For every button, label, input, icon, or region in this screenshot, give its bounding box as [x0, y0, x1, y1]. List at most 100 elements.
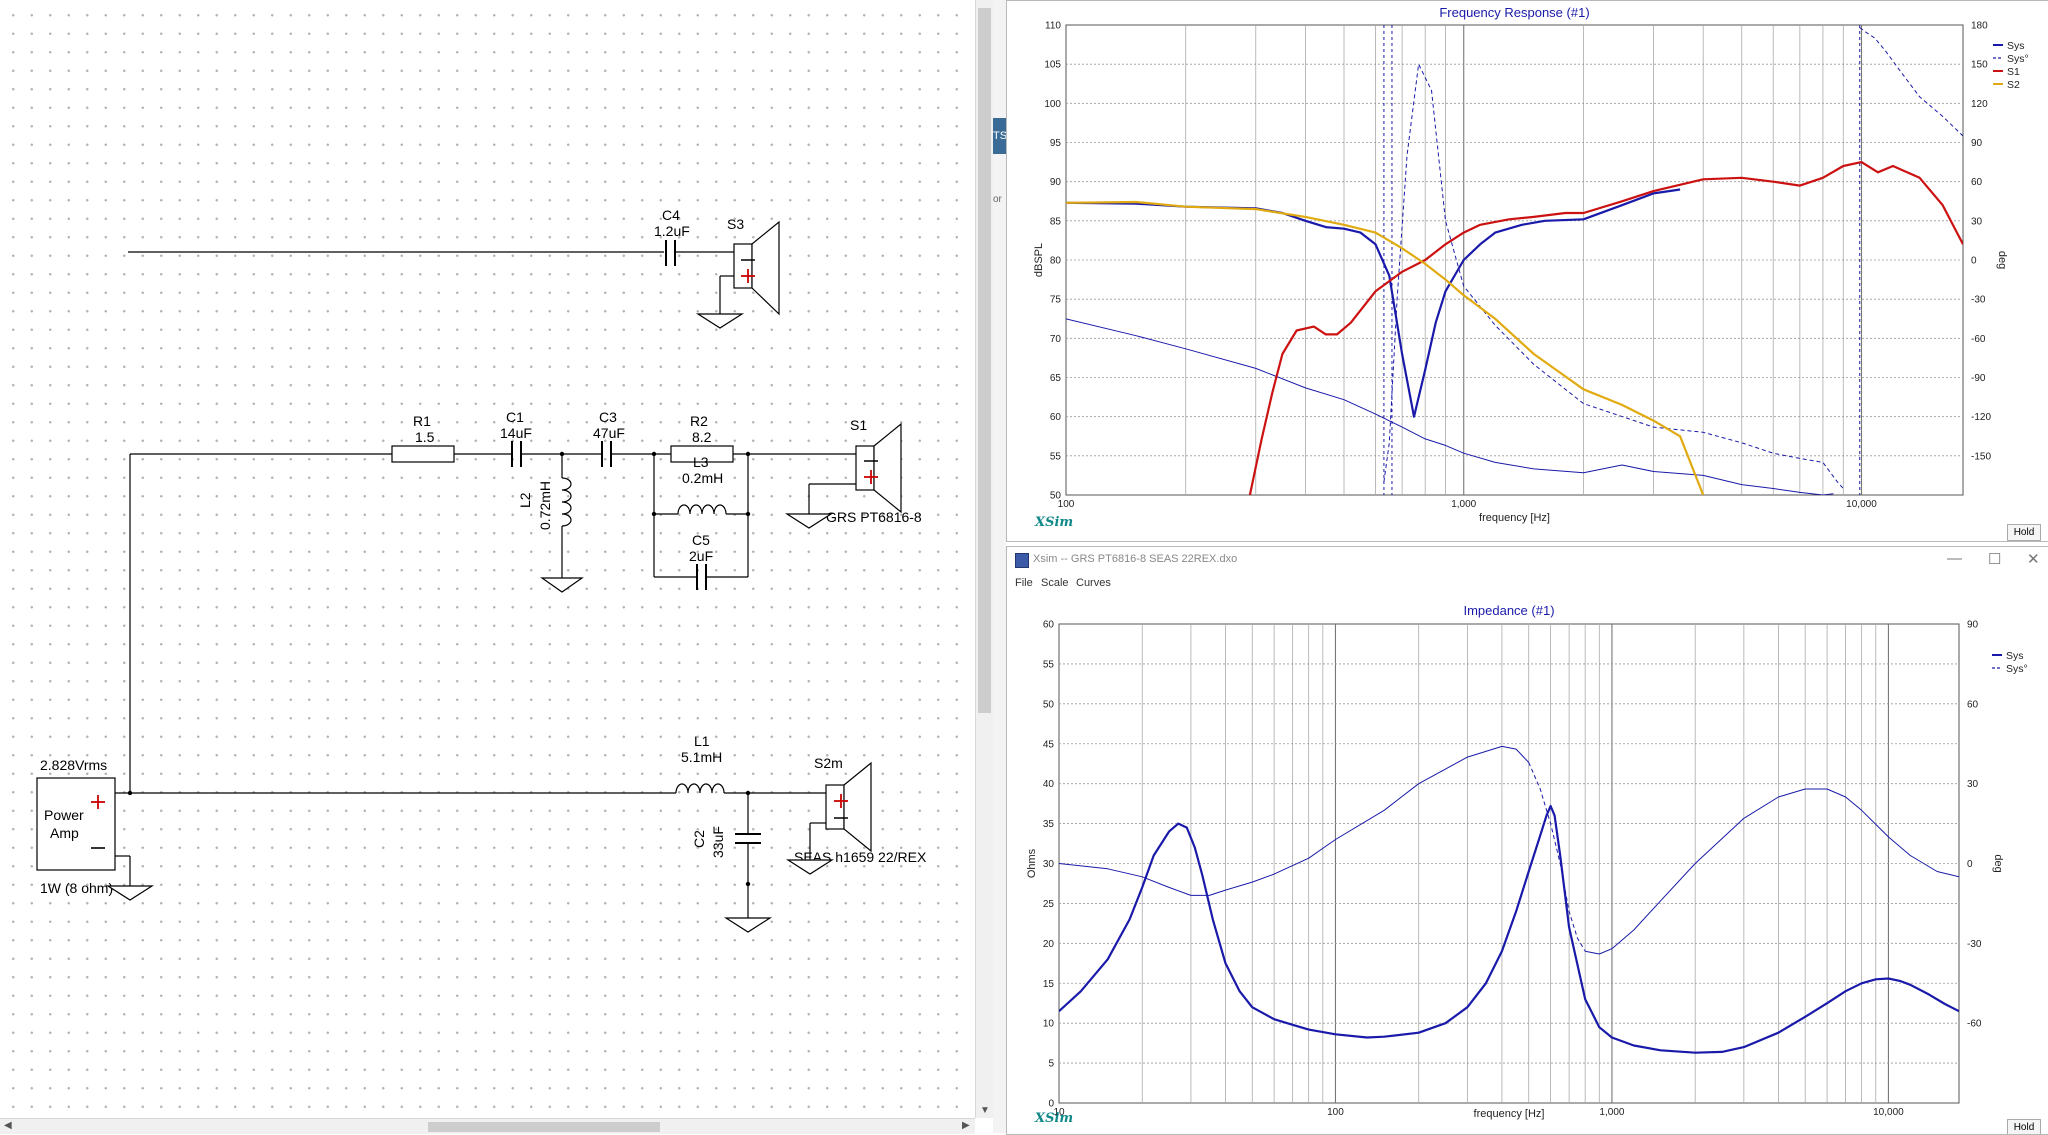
capacitor-c5[interactable]: C5 2uF [654, 532, 748, 590]
y2-tick-label: -60 [1967, 1019, 1982, 1030]
c4-name: C4 [662, 207, 680, 223]
speaker-s3[interactable]: S3 [727, 216, 780, 316]
capacitor-c2[interactable]: C2 33uF [691, 793, 761, 918]
frequency-response-window[interactable]: 50 55 60 65 70 75 80 85 90 95 100 105 110 -150 -120 -90… [1006, 0, 2048, 542]
y2-tick-label: 30 [1967, 779, 1979, 790]
c1-name: C1 [506, 409, 524, 425]
l1-name: L1 [694, 733, 710, 749]
chart-title: Impedance (#1) [1463, 603, 1554, 618]
y2-tick-label: 90 [1971, 138, 1983, 149]
c2-value: 33uF [710, 826, 726, 858]
x-tick-label: 100 [1327, 1107, 1344, 1118]
y-tick-label: 55 [1043, 659, 1055, 670]
impedance-window[interactable]: Xsim -- GRS PT6816-8 SEAS 22REX.dxo — ☐ … [1006, 546, 2048, 1135]
x-axis-label: frequency [Hz] [1479, 512, 1550, 524]
c5-value: 2uF [689, 548, 713, 564]
x-tick-label: 10,000 [1846, 499, 1877, 510]
capacitor-c4[interactable]: C4 1.2uF [654, 207, 690, 266]
background-text: or [993, 194, 1002, 205]
legend-label: Sys° [2006, 663, 2028, 675]
c1-value: 14uF [500, 425, 532, 441]
c2-name: C2 [691, 830, 707, 848]
legend-label: S1 [2007, 66, 2020, 78]
y-tick-label: 40 [1043, 779, 1055, 790]
ground-s1 [784, 513, 834, 529]
resistor-r1[interactable]: R1 1.5 [391, 413, 455, 463]
y-tick-label: 75 [1050, 295, 1062, 306]
y-tick-label: 90 [1050, 177, 1062, 188]
inductor-l3[interactable]: L3 0.2mH [654, 454, 748, 515]
y2-tick-label: -30 [1971, 295, 1986, 306]
y2-tick-label: 150 [1971, 60, 1988, 71]
s1-model: GRS PT6816-8 [826, 509, 922, 525]
schematic-horizontal-scrollbar[interactable]: ◀ ▶ [0, 1118, 975, 1134]
power-amp[interactable]: Power Amp 2.828Vrms 1W (8 ohm) [36, 757, 116, 896]
y-tick-label: 85 [1050, 216, 1062, 227]
y-tick-label: 35 [1043, 819, 1055, 830]
legend-label: Sys [2007, 40, 2025, 52]
amp-label-2: Amp [50, 825, 79, 841]
hold-button-fr[interactable]: Hold [2007, 524, 2041, 541]
xsim-logo-fr: XSim [1035, 515, 1074, 530]
schematic-vertical-scrollbar[interactable]: ▼ [975, 0, 994, 1118]
y2-tick-label: 0 [1967, 859, 1973, 870]
amp-power-rating: 1W (8 ohm) [40, 880, 113, 896]
y2-tick-label: 0 [1971, 256, 1977, 267]
y-tick-label: 105 [1044, 60, 1061, 71]
y-tick-label: 15 [1043, 979, 1055, 990]
x-tick-label: 1,000 [1451, 499, 1476, 510]
vertical-scroll-thumb[interactable] [978, 8, 991, 713]
inductor-l2[interactable]: L2 0.72mH [517, 454, 572, 578]
y2-axis-label: deg [1996, 251, 2008, 269]
l2-value: 0.72mH [537, 481, 553, 530]
capacitor-c3[interactable]: C3 47uF [593, 409, 625, 467]
s1-name: S1 [850, 417, 867, 433]
y-tick-label: 45 [1043, 739, 1055, 750]
background-window-strip [993, 0, 1006, 1133]
y-tick-label: 20 [1043, 939, 1055, 950]
capacitor-c1[interactable]: C1 14uF [500, 409, 532, 467]
horizontal-scroll-thumb[interactable] [428, 1122, 660, 1132]
y-axis-label: dBSPL [1033, 243, 1045, 277]
frequency-response-plot[interactable]: 50556065707580859095100105110-150-120-90… [1007, 1, 2048, 541]
source-voltage: 2.828Vrms [40, 757, 107, 773]
ground-c2 [723, 917, 773, 933]
legend-label: S2 [2007, 79, 2020, 91]
background-tab: TS [993, 118, 1006, 154]
y-tick-label: 10 [1043, 1019, 1055, 1030]
y-tick-label: 80 [1050, 256, 1062, 267]
c4-value: 1.2uF [654, 223, 690, 239]
x-tick-label: 100 [1058, 499, 1075, 510]
y2-tick-label: 90 [1967, 620, 1979, 631]
s2m-name: S2m [814, 755, 843, 771]
scroll-down-icon[interactable]: ▼ [980, 1104, 990, 1118]
ground-l2 [540, 577, 584, 593]
schematic-canvas[interactable]: C4 1.2uF S3 R1 1.5 C1 14uF L2 0.72mH C3 … [0, 0, 972, 1118]
scroll-right-icon[interactable]: ▶ [962, 1119, 970, 1133]
l3-value: 0.2mH [682, 470, 723, 486]
amp-label-1: Power [44, 807, 84, 823]
c3-value: 47uF [593, 425, 625, 441]
legend-label: Sys [2006, 650, 2024, 662]
y2-tick-label: -30 [1967, 939, 1982, 950]
r2-value: 8.2 [692, 429, 712, 445]
speaker-s1[interactable]: S1 GRS PT6816-8 [826, 417, 922, 525]
y2-tick-label: -150 [1971, 451, 1991, 462]
speaker-s2m[interactable]: S2m SEAS h1659 22/REX [794, 755, 927, 865]
y-tick-label: 55 [1050, 451, 1062, 462]
ground-amp [105, 885, 155, 901]
l1-value: 5.1mH [681, 749, 722, 765]
impedance-plot[interactable]: 051015202530354045505560-60-30030609010 1… [1007, 547, 2048, 1134]
x-tick-label: 1,000 [1599, 1107, 1624, 1118]
y-tick-label: 95 [1050, 138, 1062, 149]
y-tick-label: 60 [1043, 620, 1055, 631]
y2-tick-label: 30 [1971, 216, 1983, 227]
y-tick-label: 70 [1050, 334, 1062, 345]
inductor-l1[interactable]: L1 5.1mH [675, 733, 725, 794]
y2-tick-label: -90 [1971, 373, 1986, 384]
chart-title: Frequency Response (#1) [1439, 5, 1589, 20]
y-tick-label: 30 [1043, 859, 1055, 870]
scroll-left-icon[interactable]: ◀ [4, 1119, 12, 1133]
l3-name: L3 [693, 454, 709, 470]
y2-tick-label: 60 [1971, 177, 1983, 188]
